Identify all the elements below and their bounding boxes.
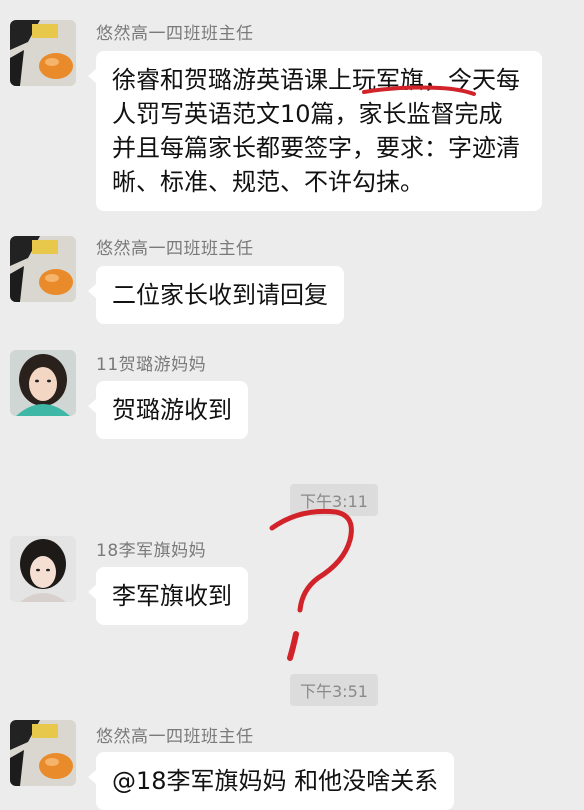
sender-name: 18李军旗妈妈: [96, 541, 207, 561]
woman-portrait-avatar-icon: [10, 536, 76, 602]
message-bubble[interactable]: 贺璐游收到: [88, 381, 248, 439]
chat-conversation: 悠然高一四班班主任 徐睿和贺璐游英语课上玩军旗，今天每人罚写英语范文10篇，家长…: [0, 0, 584, 810]
message-bubble[interactable]: 徐睿和贺璐游英语课上玩军旗，今天每人罚写英语范文10篇，家长监督完成并且每篇家长…: [88, 51, 542, 211]
egg-avatar-icon: [10, 720, 76, 786]
sender-avatar[interactable]: [10, 350, 76, 416]
sender-name: 悠然高一四班班主任: [96, 24, 254, 44]
sender-avatar[interactable]: [10, 236, 76, 302]
sender-avatar[interactable]: [10, 20, 76, 86]
message-timestamp: 下午3:11: [290, 484, 378, 516]
message-timestamp: 下午3:51: [290, 674, 378, 706]
sender-avatar[interactable]: [10, 536, 76, 602]
message-bubble[interactable]: 李军旗收到: [88, 567, 248, 625]
message-bubble[interactable]: @18李军旗妈妈 和他没啥关系: [87, 752, 455, 810]
woman-portrait-avatar-icon: [10, 350, 76, 416]
sender-name: 11贺璐游妈妈: [96, 355, 207, 375]
egg-avatar-icon: [10, 20, 76, 86]
message-bubble[interactable]: 二位家长收到请回复: [88, 266, 344, 324]
sender-name: 悠然高一四班班主任: [96, 239, 254, 259]
egg-avatar-icon: [10, 236, 76, 302]
sender-name: 悠然高一四班班主任: [96, 727, 254, 747]
sender-avatar[interactable]: [10, 720, 76, 786]
